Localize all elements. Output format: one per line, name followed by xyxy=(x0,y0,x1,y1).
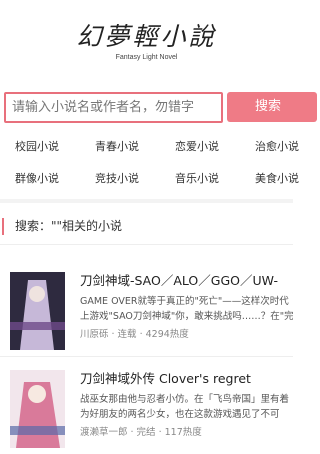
category-ensemble[interactable]: 群像小说 xyxy=(15,172,59,186)
book-description-line: 为好朋友的两名少女，也在这款游戏遇见了不可 xyxy=(80,409,280,420)
book-description-line: GAME OVER就等于真正的"死亡"——这样次时代 xyxy=(80,296,289,307)
category-campus[interactable]: 校园小说 xyxy=(15,140,59,154)
category-music[interactable]: 音乐小说 xyxy=(175,172,219,186)
book-description: 战巫女那由他与忍者小仿。在「飞鸟帝国」里有着 为好朋友的两名少女，也在这款游戏遇… xyxy=(80,392,293,422)
book-item[interactable]: 刀剑神域外传 Clover's regret 战巫女那由他与忍者小仿。在「飞鸟帝… xyxy=(0,364,293,454)
search-button[interactable]: 搜索 xyxy=(227,92,317,122)
cover-head xyxy=(28,385,46,403)
section-accent-bar xyxy=(2,218,4,235)
book-title[interactable]: 刀剑神域-SAO／ALO／GGO／UW- xyxy=(80,273,278,289)
category-healing[interactable]: 治愈小说 xyxy=(255,140,299,154)
book-cover[interactable] xyxy=(10,370,65,448)
book-cover[interactable] xyxy=(10,272,65,350)
search-input[interactable]: 请输入小说名或作者名，勿错字 xyxy=(4,92,223,123)
book-title[interactable]: 刀剑神域外传 Clover's regret xyxy=(80,371,251,387)
logo-subtitle: Fantasy Light Novel xyxy=(115,54,178,61)
category-romance[interactable]: 恋爱小说 xyxy=(175,140,219,154)
book-description-line: 上游戏"SAO刀剑神域"你，敢来挑战吗……？在"完 xyxy=(80,311,293,322)
cover-head xyxy=(29,286,45,302)
book-meta: 川原砾 · 连载 · 4294热度 xyxy=(80,329,189,340)
book-description: GAME OVER就等于真正的"死亡"——这样次时代 上游戏"SAO刀剑神域"你… xyxy=(80,294,293,324)
cover-band xyxy=(10,322,65,330)
book-meta: 渡濑草一郎 · 完结 · 117热度 xyxy=(80,427,202,438)
category-youth[interactable]: 青春小说 xyxy=(95,140,139,154)
section-divider xyxy=(0,199,293,203)
book-description-line: 战巫女那由他与忍者小仿。在「飞鸟帝国」里有着 xyxy=(80,394,290,405)
book-item[interactable]: 刀剑神域-SAO／ALO／GGO／UW- GAME OVER就等于真正的"死亡"… xyxy=(0,266,293,356)
book-divider xyxy=(0,356,293,357)
category-sports[interactable]: 竞技小说 xyxy=(95,172,139,186)
logo-text: 幻夢輕小說 xyxy=(76,22,217,51)
cover-band xyxy=(10,426,65,435)
category-food[interactable]: 美食小说 xyxy=(255,172,299,186)
results-heading: 搜索：""相关的小说 xyxy=(15,219,123,233)
site-logo[interactable]: 幻夢輕小說 Fantasy Light Novel xyxy=(0,22,293,74)
heading-divider xyxy=(0,244,293,245)
